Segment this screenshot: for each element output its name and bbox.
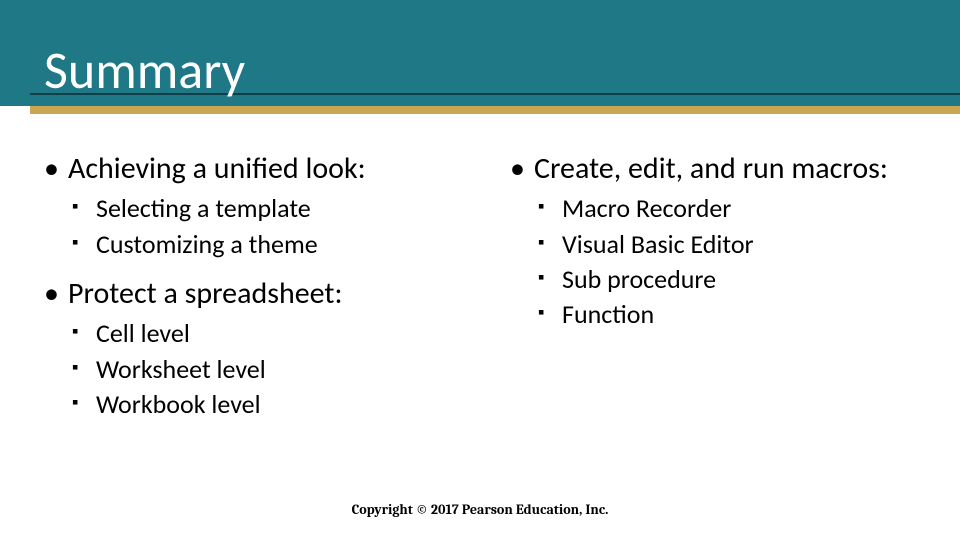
slide: Summary Achieving a unified look: Select… xyxy=(0,0,960,540)
bullet-group: Protect a spreadsheet: Cell level Worksh… xyxy=(44,275,476,421)
bullet-l1: Create, edit, and run macros: xyxy=(510,150,942,188)
bullet-group: Achieving a unified look: Selecting a te… xyxy=(44,150,476,261)
bullet-l2: Workbook level xyxy=(72,388,476,421)
bullet-l1: Protect a spreadsheet: xyxy=(44,275,476,313)
bullet-l2: Visual Basic Editor xyxy=(538,228,942,261)
content-area: Achieving a unified look: Selecting a te… xyxy=(0,150,960,480)
bullet-l1: Achieving a unified look: xyxy=(44,150,476,188)
left-column: Achieving a unified look: Selecting a te… xyxy=(0,150,494,480)
bullet-l2: Macro Recorder xyxy=(538,192,942,225)
footer-copyright: Copyright © 2017 Pearson Education, Inc. xyxy=(0,501,960,518)
slide-title: Summary xyxy=(44,38,245,102)
title-underline-gold xyxy=(30,106,960,114)
bullet-l2: Worksheet level xyxy=(72,353,476,386)
bullet-group: Create, edit, and run macros: Macro Reco… xyxy=(510,150,942,331)
bullet-l2: Customizing a theme xyxy=(72,228,476,261)
bullet-l2: Function xyxy=(538,298,942,331)
bullet-l2: Sub procedure xyxy=(538,263,942,296)
bullet-l2: Cell level xyxy=(72,317,476,350)
bullet-l2: Selecting a template xyxy=(72,192,476,225)
right-column: Create, edit, and run macros: Macro Reco… xyxy=(494,150,960,480)
